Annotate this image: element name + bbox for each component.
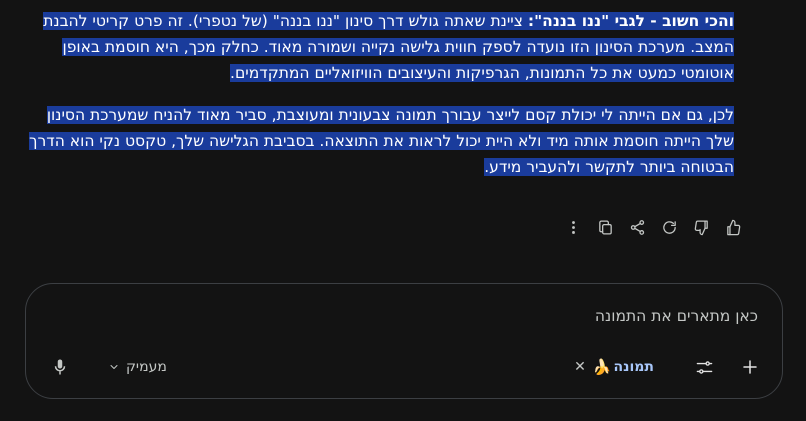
add-attachment-button[interactable]: [738, 355, 762, 379]
selected-text: לכן, גם אם הייתה לי יכולת קסם לייצר עבור…: [29, 106, 734, 176]
prompt-input[interactable]: [156, 306, 760, 326]
more-vert-icon: [571, 220, 575, 234]
response-bold-lead: והכי חשוב - לגבי "ננו בננה":: [527, 12, 734, 30]
close-icon[interactable]: ✕: [571, 356, 589, 378]
share-button[interactable]: [624, 214, 650, 240]
thumb-up-icon: [726, 219, 740, 235]
tools-button[interactable]: [692, 355, 716, 379]
copy-button[interactable]: [592, 214, 618, 240]
chevron-down-icon: [110, 365, 118, 369]
thumbs-down-button[interactable]: [688, 214, 714, 240]
prompt-composer: תמונה 🍌 ✕ מעמיק: [25, 283, 783, 399]
mode-selector[interactable]: מעמיק: [108, 356, 167, 378]
chip-label: תמונה: [613, 359, 654, 375]
microphone-button[interactable]: [48, 355, 72, 379]
regenerate-button[interactable]: [656, 214, 682, 240]
mic-icon: [54, 359, 66, 375]
copy-icon: [598, 219, 612, 235]
composer-toolbar: תמונה 🍌 ✕ מעמיק: [26, 354, 782, 382]
share-icon: [630, 219, 644, 235]
banana-icon: 🍌: [592, 358, 612, 376]
response-paragraph-2: לכן, גם אם הייתה לי יכולת קסם לייצר עבור…: [28, 102, 734, 180]
mode-label: מעמיק: [126, 359, 167, 375]
plus-icon: [743, 360, 757, 374]
redo-icon: [662, 220, 676, 234]
tune-icon: [696, 360, 712, 374]
image-tool-chip[interactable]: תמונה 🍌: [593, 356, 654, 378]
model-response: והכי חשוב - לגבי "ננו בננה": ציינת שאתה …: [28, 8, 734, 196]
thumbs-up-button[interactable]: [720, 214, 746, 240]
response-actions: [560, 214, 746, 240]
selected-text: והכי חשוב - לגבי "ננו בננה": ציינת שאתה …: [43, 12, 734, 82]
thumb-down-icon: [694, 219, 708, 235]
response-paragraph-1: והכי חשוב - לגבי "ננו בננה": ציינת שאתה …: [28, 8, 734, 86]
more-options-button[interactable]: [560, 214, 586, 240]
